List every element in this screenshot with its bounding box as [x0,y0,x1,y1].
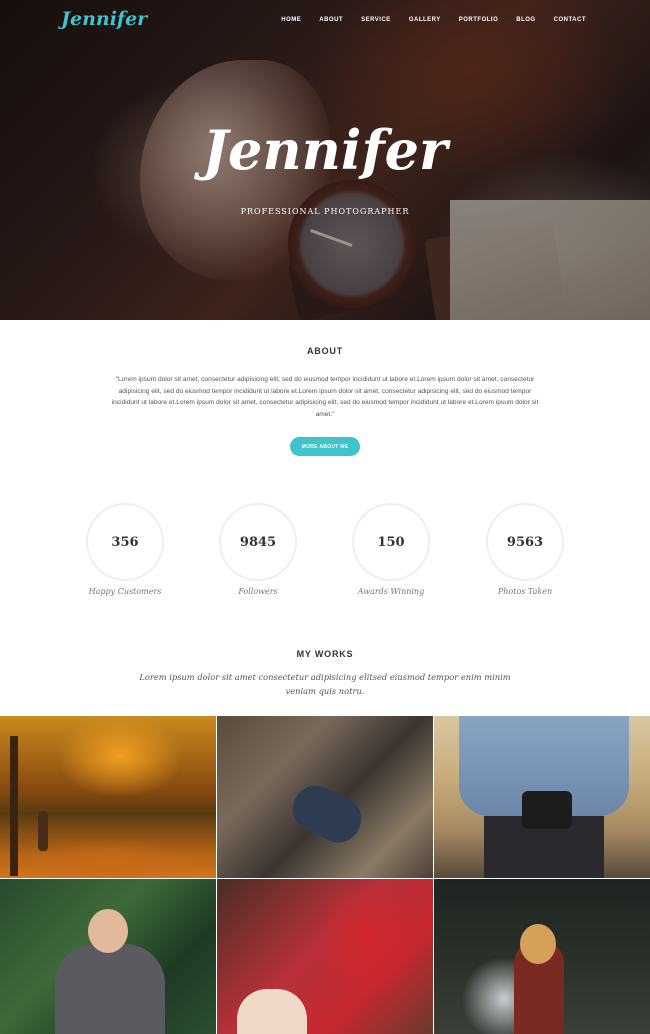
photo-baby [237,989,307,1034]
stat-followers: 9845 Followers [198,503,318,596]
photo-tree [10,736,18,876]
photo-person [38,811,48,851]
stat-label: Photos Taken [497,587,553,596]
stat-photos-taken: 9563 Photos Taken [465,503,585,596]
photo-coat [55,944,165,1034]
nav-about[interactable]: ABOUT [319,15,343,25]
gallery-photo-autumn-lake[interactable] [0,716,216,878]
nav-home[interactable]: HOME [281,15,301,25]
photo-hair [520,924,556,964]
stat-label: Followers [238,587,278,596]
main-nav: HOME ABOUT SERVICE GALLERY PORTFOLIO BLO… [281,15,650,25]
stat-value: 150 [352,503,430,581]
my-works-heading: MY WORKS [296,649,354,659]
photo-backpack [285,778,369,850]
nav-contact[interactable]: CONTACT [554,15,586,25]
photo-camera [522,791,572,829]
stat-value: 356 [86,503,164,581]
portfolio-gallery [0,716,650,1034]
gallery-photo-camera-girl[interactable] [434,716,650,878]
hero-title: Jennifer [202,118,448,182]
stat-awards-winning: 150 Awards Winning [331,503,451,596]
stat-value: 9563 [486,503,564,581]
gallery-photo-woman-trees[interactable] [0,879,216,1034]
nav-gallery[interactable]: GALLERY [409,15,441,25]
hero-section: Jennifer HOME ABOUT SERVICE GALLERY PORT… [0,0,650,320]
gallery-photo-girl-forest[interactable] [434,879,650,1034]
nav-service[interactable]: SERVICE [361,15,391,25]
photo-face [88,909,128,953]
my-works-text: Lorem ipsum dolor sit amet consectetur a… [139,672,511,696]
site-logo[interactable]: Jennifer [61,8,147,30]
nav-blog[interactable]: BLOG [516,15,535,25]
gallery-photo-mother-baby[interactable] [217,879,433,1034]
stat-label: Awards Winning [357,587,425,596]
stat-happy-customers: 356 Happy Customers [65,503,185,596]
about-text: "Lorem ipsum dolor sit amet, consectetur… [111,376,539,418]
stat-value: 9845 [219,503,297,581]
stat-label: Happy Customers [88,587,162,596]
about-heading: ABOUT [307,346,343,356]
nav-portfolio[interactable]: PORTFOLIO [459,15,499,25]
more-about-me-button[interactable]: MORE ABOUT ME [290,437,360,456]
gallery-photo-backpack-stream[interactable] [217,716,433,878]
hero-subtitle: PROFESSIONAL PHOTOGRAPHER [240,207,410,216]
